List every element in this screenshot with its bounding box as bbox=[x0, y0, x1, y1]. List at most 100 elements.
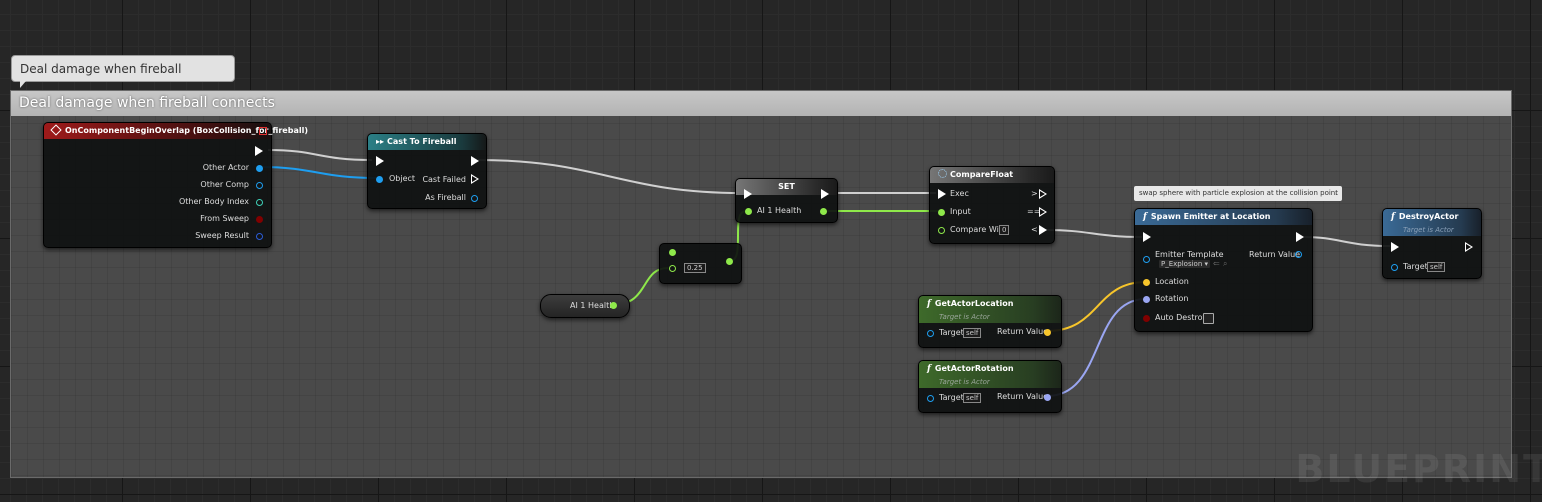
pin-label-sweep-result: Sweep Result bbox=[195, 231, 249, 240]
node-title: OnComponentBeginOverlap (BoxCollision_fo… bbox=[65, 126, 308, 135]
pin-return-location[interactable] bbox=[1044, 329, 1051, 336]
comment-title[interactable]: Deal damage when fireball connects bbox=[11, 91, 1511, 116]
node-title: Spawn Emitter at Location bbox=[1150, 212, 1271, 221]
pin-compare-with[interactable] bbox=[938, 227, 945, 234]
node-destroy-actor[interactable]: f DestroyActor Target is Actor Target sel… bbox=[1382, 208, 1482, 279]
node-header[interactable]: f GetActorLocation Target is Actor bbox=[919, 296, 1061, 323]
pin-target[interactable] bbox=[927, 395, 934, 402]
exec-out-pin[interactable] bbox=[1465, 242, 1473, 252]
exec-in-pin[interactable] bbox=[1391, 242, 1399, 252]
pin-b-in[interactable] bbox=[669, 265, 676, 272]
pin-location[interactable] bbox=[1143, 279, 1150, 286]
exec-in-pin[interactable] bbox=[938, 189, 946, 199]
exec-out-pin[interactable] bbox=[471, 156, 479, 166]
pin-label-auto-destroy: Auto Destroy bbox=[1155, 313, 1208, 322]
pin-label-emitter-template: Emitter Template bbox=[1155, 250, 1224, 259]
exec-in-pin[interactable] bbox=[744, 189, 752, 199]
pin-result-out[interactable] bbox=[726, 258, 733, 265]
pin-ai-health-in[interactable] bbox=[745, 208, 752, 215]
pin-emitter-template[interactable] bbox=[1143, 256, 1150, 263]
pin-return-rotation[interactable] bbox=[1044, 394, 1051, 401]
pin-label-other-body-index: Other Body Index bbox=[178, 197, 249, 206]
pin-label-other-actor: Other Actor bbox=[202, 163, 249, 172]
pin-rotation[interactable] bbox=[1143, 296, 1150, 303]
target-self-field[interactable]: self bbox=[963, 393, 982, 403]
node-title: SET bbox=[778, 182, 795, 191]
exec-out-pin[interactable] bbox=[821, 189, 829, 199]
node-title: CompareFloat bbox=[950, 170, 1014, 179]
exec-out-less[interactable] bbox=[1039, 225, 1047, 235]
node-title: DestroyActor bbox=[1398, 212, 1459, 221]
comment-bubble[interactable]: Deal damage when fireball connects bbox=[11, 55, 235, 103]
exec-out-pin[interactable] bbox=[1296, 232, 1304, 242]
node-header[interactable]: ▸▸ Cast To Fireball bbox=[368, 134, 486, 150]
pin-target[interactable] bbox=[927, 330, 934, 337]
pin-label-return-value: Return Value bbox=[1249, 250, 1301, 259]
pin-object[interactable] bbox=[376, 176, 383, 183]
pin-label-object: Object bbox=[389, 174, 416, 183]
function-icon: f bbox=[927, 299, 931, 309]
use-selected-asset-arrow-icon[interactable]: ⇐ bbox=[1213, 259, 1220, 268]
browse-asset-search-icon[interactable]: ⌕ bbox=[1223, 259, 1227, 269]
node-compare-float[interactable]: CompareFloat Exec > Input == Compare Wit… bbox=[929, 166, 1055, 244]
pin-as-fireball[interactable] bbox=[471, 195, 478, 202]
pin-label-greater: > bbox=[1031, 189, 1038, 198]
pin-input[interactable] bbox=[938, 209, 945, 216]
node-spawn-emitter-at-location[interactable]: f Spawn Emitter at Location Emitter Templ… bbox=[1134, 208, 1313, 332]
node-title: Cast To Fireball bbox=[387, 137, 457, 146]
exec-out-greater[interactable] bbox=[1039, 189, 1047, 199]
node-cast-to-fireball[interactable]: ▸▸ Cast To Fireball Object Cast Failed As… bbox=[367, 133, 487, 209]
auto-destroy-checkbox[interactable] bbox=[1203, 313, 1214, 324]
pin-label-other-comp: Other Comp bbox=[200, 180, 249, 189]
emitter-template-dropdown[interactable]: P_Explosion ▾ bbox=[1159, 260, 1211, 268]
node-header[interactable]: f GetActorRotation Target is Actor bbox=[919, 361, 1061, 388]
function-icon: f bbox=[927, 364, 931, 374]
node-set-ai-health[interactable]: SET AI 1 Health bbox=[735, 178, 838, 223]
pin-ai-health-out[interactable] bbox=[820, 208, 827, 215]
node-get-ai-health[interactable]: AI 1 Health bbox=[540, 294, 630, 318]
event-diamond-icon bbox=[50, 124, 62, 136]
pin-label-return-value: Return Value bbox=[997, 392, 1049, 401]
exec-in-pin[interactable] bbox=[1143, 232, 1151, 242]
exec-out-pin[interactable] bbox=[255, 146, 263, 156]
multiply-value-field[interactable]: 0.25 bbox=[684, 263, 706, 273]
pin-from-sweep[interactable] bbox=[256, 216, 263, 223]
node-get-actor-rotation[interactable]: f GetActorRotation Target is Actor Target… bbox=[918, 360, 1062, 413]
pin-other-comp[interactable] bbox=[256, 182, 263, 189]
node-comment-bubble[interactable]: swap sphere with particle explosion at t… bbox=[1134, 186, 1342, 201]
compare-with-field[interactable]: 0 bbox=[999, 225, 1010, 235]
node-title: GetActorLocation bbox=[934, 299, 1014, 308]
exec-cast-failed-pin[interactable] bbox=[471, 174, 479, 184]
target-self-field[interactable]: self bbox=[963, 328, 982, 338]
pin-label-location: Location bbox=[1155, 277, 1189, 286]
pin-comment-icon[interactable]: ⁝ bbox=[1335, 186, 1337, 201]
variable-label-ai-health: AI 1 Health bbox=[570, 301, 615, 310]
pin-label-as-fireball: As Fireball bbox=[425, 193, 466, 202]
pin-label-less: < bbox=[1031, 225, 1038, 234]
pin-other-actor[interactable] bbox=[256, 165, 263, 172]
function-icon: f bbox=[1143, 212, 1147, 222]
node-header[interactable]: OnComponentBeginOverlap (BoxCollision_fo… bbox=[44, 123, 308, 139]
node-header[interactable]: f DestroyActor Target is Actor bbox=[1383, 209, 1481, 236]
pin-a-in[interactable] bbox=[669, 249, 676, 256]
pin-label-target: Target bbox=[939, 393, 964, 402]
target-self-field[interactable]: self bbox=[1427, 262, 1446, 272]
node-header[interactable]: CompareFloat bbox=[930, 167, 1054, 183]
node-multiply-float[interactable]: 0.25 bbox=[659, 243, 742, 284]
pin-other-body-index[interactable] bbox=[256, 199, 263, 206]
pin-label-from-sweep: From Sweep bbox=[200, 214, 249, 223]
pin-auto-destroy[interactable] bbox=[1143, 315, 1150, 322]
delegate-pin-icon[interactable] bbox=[259, 127, 267, 135]
exec-out-equal[interactable] bbox=[1039, 207, 1047, 217]
exec-in-pin[interactable] bbox=[376, 156, 384, 166]
macro-gear-icon bbox=[938, 169, 947, 178]
chevron-down-icon: ▾ bbox=[1204, 260, 1209, 268]
node-on-component-begin-overlap[interactable]: OnComponentBeginOverlap (BoxCollision_fo… bbox=[43, 122, 308, 248]
pin-target[interactable] bbox=[1391, 264, 1398, 271]
node-header[interactable]: f Spawn Emitter at Location bbox=[1135, 209, 1312, 225]
pin-ai-health-get[interactable] bbox=[610, 302, 617, 309]
pin-return-value[interactable] bbox=[1295, 251, 1302, 258]
pin-sweep-result[interactable] bbox=[256, 233, 263, 240]
node-get-actor-location[interactable]: f GetActorLocation Target is Actor Target… bbox=[918, 295, 1062, 348]
pin-label-rotation: Rotation bbox=[1155, 294, 1189, 303]
